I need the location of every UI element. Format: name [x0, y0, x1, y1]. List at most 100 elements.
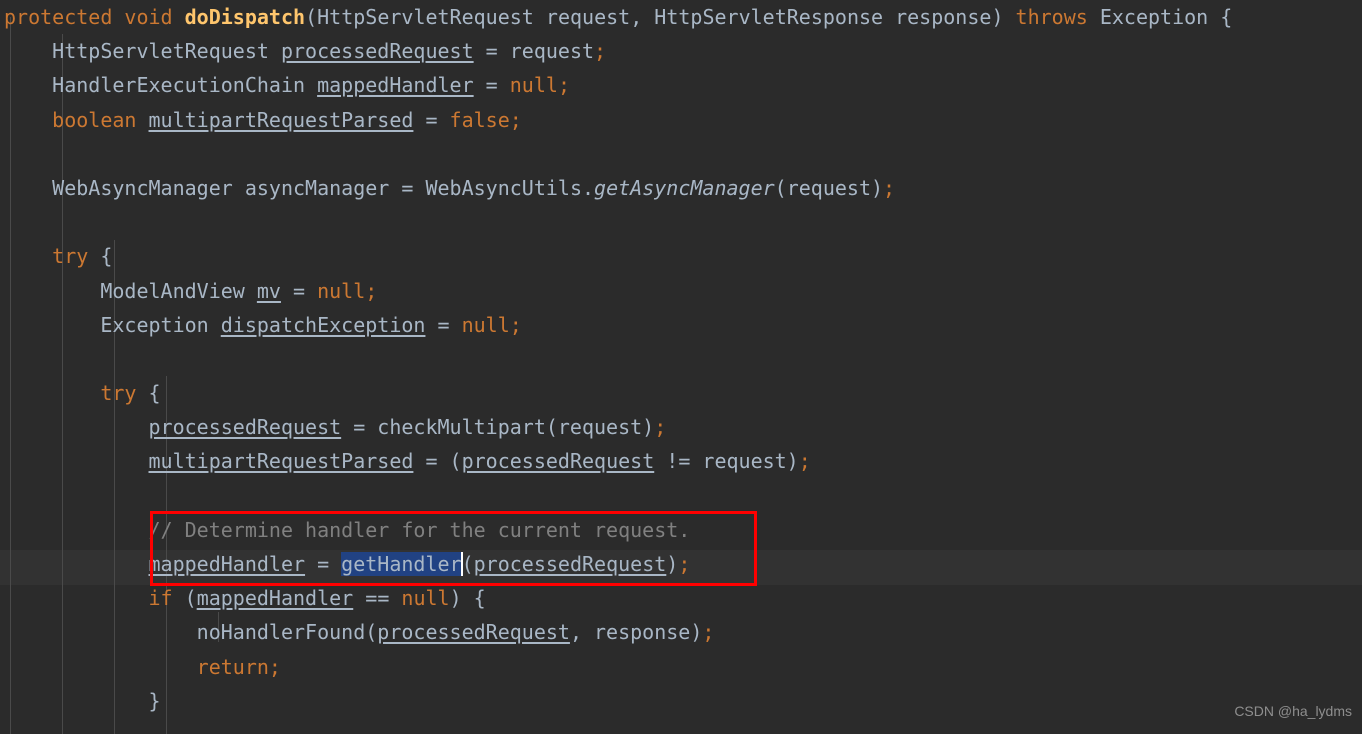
code-keyword: false [449, 107, 510, 132]
code-line[interactable]: try { [0, 239, 1362, 273]
code-token: ; [798, 449, 811, 474]
code-keyword: try [100, 381, 137, 406]
code-token: ; [365, 278, 378, 303]
code-token: ; [509, 312, 522, 337]
code-method-name: doDispatch [184, 5, 306, 29]
code-declared-variable: processedRequest [148, 415, 342, 440]
code-declared-variable: multipartRequestParsed [148, 107, 414, 132]
code-keyword: if [148, 586, 173, 611]
code-keyword: boolean [52, 107, 137, 132]
code-token: WebAsyncManager [52, 175, 233, 200]
code-declared-variable: multipartRequestParsed [148, 449, 414, 474]
code-token: = ( [413, 449, 462, 474]
code-line[interactable]: protected void doDispatch(HttpServletReq… [0, 0, 1362, 34]
code-line[interactable]: processedRequest = checkMultipart(reques… [0, 410, 1362, 444]
code-token: Exception [1099, 5, 1209, 29]
code-token: = [473, 73, 510, 98]
code-line[interactable]: multipartRequestParsed = (processedReque… [0, 444, 1362, 478]
code-line[interactable]: try { [0, 376, 1362, 410]
code-token: { [1208, 5, 1233, 29]
code-line[interactable]: } [0, 684, 1362, 718]
code-line[interactable]: WebAsyncManager asyncManager = WebAsyncU… [0, 171, 1362, 205]
code-line[interactable] [0, 137, 1362, 171]
code-token: ( [305, 5, 318, 29]
code-line[interactable]: if (mappedHandler == null) { [0, 581, 1362, 615]
code-line[interactable]: return; [0, 650, 1362, 684]
code-token: } [4, 688, 161, 713]
code-token: { [88, 244, 113, 269]
code-token: ) { [449, 586, 486, 611]
code-token: ) [666, 552, 679, 576]
code-declared-variable: processedRequest [280, 39, 474, 64]
code-line[interactable] [0, 342, 1362, 376]
code-declared-variable: mappedHandler [148, 552, 306, 576]
code-token: asyncManager = [232, 175, 426, 200]
code-token: WebAsyncUtils [425, 175, 582, 200]
selected-token: getHandler [341, 552, 462, 576]
code-token: request [533, 5, 631, 29]
code-keyword: void [124, 5, 173, 29]
code-line[interactable]: noHandlerFound(processedRequest, respons… [0, 615, 1362, 649]
code-static-method-name: getAsyncManager [594, 175, 775, 200]
code-line[interactable]: HandlerExecutionChain mappedHandler = nu… [0, 68, 1362, 102]
watermark-text: CSDN @ha_lydms [1234, 702, 1352, 719]
code-token: ModelAndView [100, 278, 245, 303]
code-line[interactable]: ModelAndView mv = null; [0, 274, 1362, 308]
code-declared-variable: mv [256, 278, 281, 303]
code-declared-variable: processedRequest [473, 552, 667, 576]
code-token: HttpServletResponse [654, 5, 884, 29]
code-comment: // Determine handler for the current req… [148, 517, 691, 542]
code-token: != request) [654, 449, 799, 474]
code-token: , response) [569, 620, 703, 645]
code-token: = request [473, 39, 595, 64]
code-keyword: try [52, 244, 89, 269]
code-token: ; [268, 654, 281, 679]
source-code-text[interactable]: protected void doDispatch(HttpServletReq… [0, 0, 1362, 718]
code-token: ; [654, 415, 667, 440]
code-token: = [413, 107, 450, 132]
code-keyword: null [317, 278, 366, 303]
code-token: = [280, 278, 318, 303]
code-line[interactable]: Exception dispatchException = null; [0, 308, 1362, 342]
code-token: HttpServletRequest [52, 39, 269, 64]
code-declared-variable: processedRequest [461, 449, 655, 474]
code-line[interactable]: mappedHandler = getHandler(processedRequ… [0, 547, 1362, 581]
code-declared-variable: dispatchException [220, 312, 426, 337]
code-line[interactable]: // Determine handler for the current req… [0, 513, 1362, 547]
code-line[interactable] [0, 205, 1362, 239]
code-token: HttpServletRequest [317, 5, 534, 29]
code-editor-viewport[interactable]: protected void doDispatch(HttpServletReq… [0, 0, 1362, 734]
code-keyword: protected [4, 5, 113, 29]
code-token: ; [557, 73, 570, 98]
code-token: = [305, 552, 342, 576]
code-line[interactable]: boolean multipartRequestParsed = false; [0, 103, 1362, 137]
code-keyword: null [401, 586, 450, 611]
code-token: { [136, 381, 161, 406]
code-token: ; [594, 39, 607, 64]
code-declared-variable: mappedHandler [196, 586, 354, 611]
code-token: . [582, 175, 595, 200]
code-token: ( [461, 552, 474, 576]
code-line[interactable]: HttpServletRequest processedRequest = re… [0, 34, 1362, 68]
code-token: ; [678, 552, 691, 576]
code-token: noHandlerFound( [196, 620, 378, 645]
code-line[interactable] [0, 479, 1362, 513]
